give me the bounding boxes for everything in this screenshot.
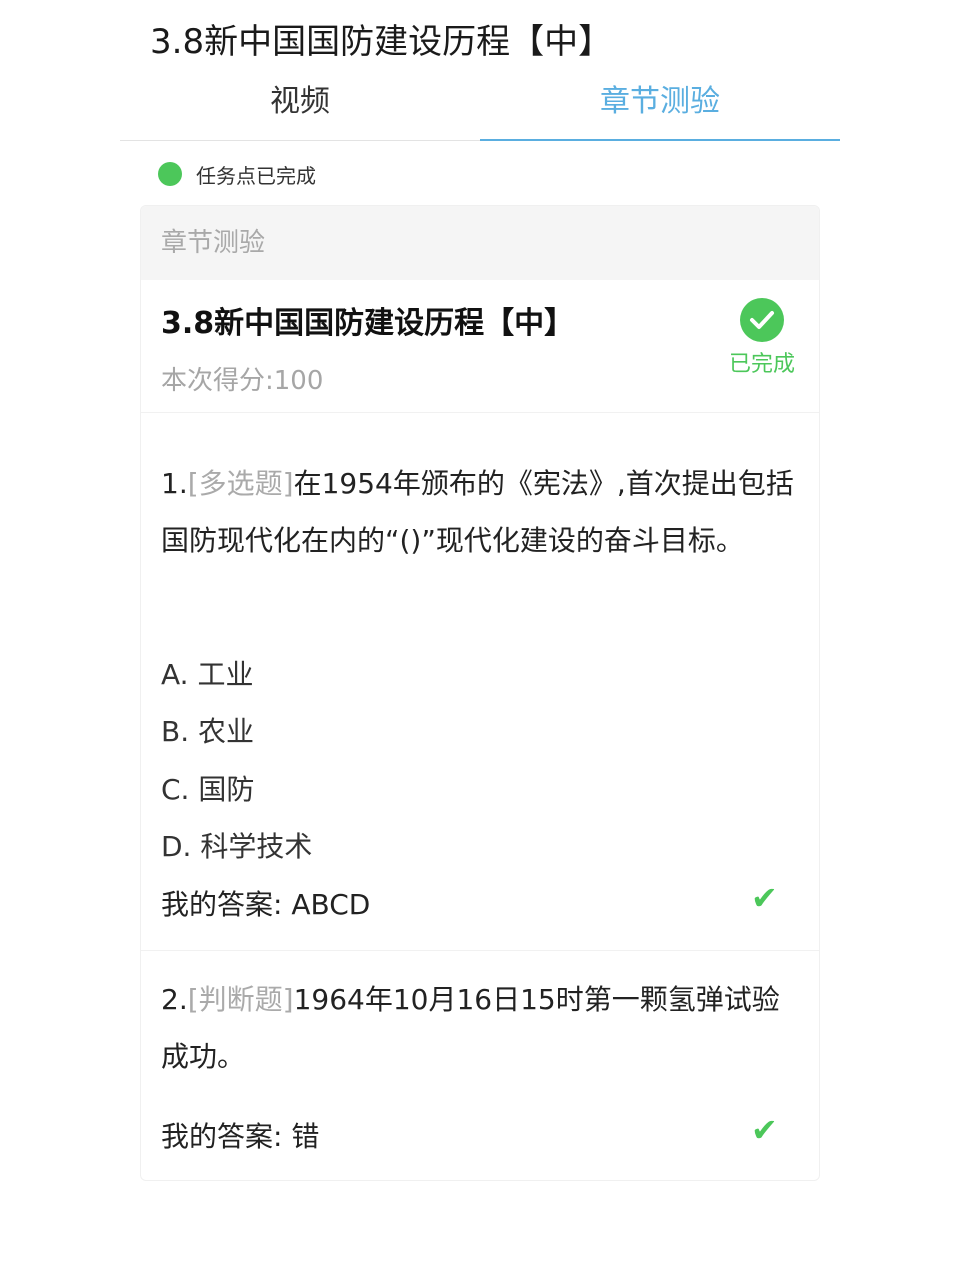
- question-type: [判断题]: [187, 983, 294, 1016]
- question-number: 1.: [161, 467, 188, 500]
- task-status: 任务点已完成: [158, 158, 316, 190]
- card-header: 章节测验: [141, 206, 819, 280]
- status-dot-icon: [158, 162, 182, 186]
- quiz-score: 本次得分:100: [161, 366, 324, 396]
- option-d: D. 科学技术: [161, 830, 313, 863]
- my-answer-value: 错: [291, 1120, 320, 1153]
- question-item: 2.[判断题]1964年10月16日15时第一颗氢弹试验成功。 我的答案: 错 …: [141, 951, 819, 1180]
- quiz-summary: 3.8新中国国防建设历程【中】 本次得分:100 已完成: [141, 280, 819, 413]
- question-number: 2.: [161, 983, 188, 1016]
- option-b: B. 农业: [161, 715, 255, 748]
- tab-chapter-quiz[interactable]: 章节测验: [480, 76, 840, 141]
- question-type: [多选题]: [187, 467, 294, 500]
- my-answer-value: ABCD: [291, 888, 371, 921]
- option-c: C. 国防: [161, 773, 255, 806]
- check-circle-icon: [740, 298, 784, 342]
- my-answer-label: 我的答案:: [161, 888, 283, 921]
- correct-check-icon: ✔: [751, 1111, 778, 1149]
- tab-video[interactable]: 视频: [120, 76, 480, 138]
- my-answer: 我的答案: ABCD: [161, 883, 370, 923]
- tab-bar: 视频 章节测验: [120, 76, 840, 141]
- quiz-title: 3.8新中国国防建设历程【中】: [161, 306, 575, 341]
- my-answer-label: 我的答案:: [161, 1120, 283, 1153]
- correct-check-icon: ✔: [751, 879, 778, 917]
- status-text: 任务点已完成: [196, 163, 316, 188]
- question-text: 1.[多选题]在1954年颁布的《宪法》,首次提出包括国防现代化在内的“()”现…: [161, 455, 801, 569]
- question-text: 2.[判断题]1964年10月16日15时第一颗氢弹试验成功。: [161, 971, 801, 1085]
- my-answer: 我的答案: 错: [161, 1115, 319, 1155]
- option-a: A. 工业: [161, 658, 254, 691]
- completed-badge: 已完成: [717, 298, 807, 378]
- question-item: 1.[多选题]在1954年颁布的《宪法》,首次提出包括国防现代化在内的“()”现…: [141, 413, 819, 951]
- page-title: 3.8新中国国防建设历程【中】: [150, 22, 613, 62]
- quiz-card: 章节测验 3.8新中国国防建设历程【中】 本次得分:100 已完成 1.[多选题…: [140, 205, 820, 1181]
- completed-label: 已完成: [728, 352, 795, 377]
